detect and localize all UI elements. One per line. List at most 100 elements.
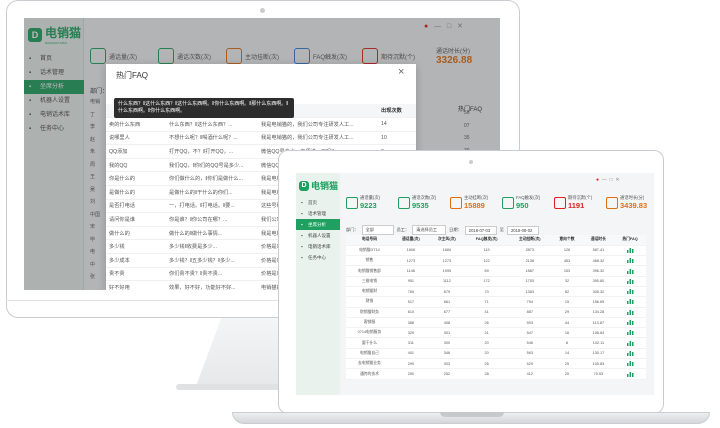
table-cell: 26 xyxy=(464,317,509,329)
faq-chart-icon[interactable] xyxy=(614,245,646,257)
table-row[interactable]: 卖的什么东西 什么东西？‖这什么东西？... 我是电销猫的，我们公司专注研发人工..… xyxy=(106,117,416,132)
table-cell: 661 xyxy=(428,296,465,308)
table-cell: 去电销猫业务 xyxy=(346,358,393,370)
table-row[interactable]: 财销猫财务 610 677 41 887 29 134.28 xyxy=(346,307,646,318)
dept-select[interactable]: 全部 xyxy=(361,225,394,235)
table-cell: 是做什么的 xyxy=(106,185,166,200)
faq-chart-icon[interactable] xyxy=(614,327,646,339)
table-cell: 299 xyxy=(392,358,429,370)
table-row[interactable]: 0714电销服务 329 301 21 547 16 108.84 xyxy=(346,327,646,339)
sidebar-item-1[interactable]: ▪ 话术管理 xyxy=(296,208,340,219)
faq-chart-icon[interactable] xyxy=(614,317,646,329)
table-cell: 70.53 xyxy=(582,368,615,380)
table-cell: 1273 xyxy=(428,255,465,267)
table-cell: 517 xyxy=(392,296,429,308)
minimize-icon[interactable]: — xyxy=(602,177,607,183)
table-row[interactable]: 通传的技术 250 252 28 412 20 70.53 xyxy=(346,368,646,380)
table-cell: 要干什么 xyxy=(346,337,393,349)
table-row[interactable]: 电销猫财 760 879 70 1383 82 305.32 xyxy=(346,286,646,298)
bell-icon[interactable]: ● xyxy=(596,177,599,183)
stat-card: 通话时长(分) 3439.83 xyxy=(606,195,647,210)
table-cell: 1146 xyxy=(392,265,429,277)
table-cell: 593 xyxy=(508,317,552,329)
table-cell: 529 xyxy=(508,358,552,370)
staff-select[interactable]: 请选择员工 xyxy=(412,225,447,235)
table-row[interactable]: 电销猫DT14 1606 1684 119 2873 126 587.41 xyxy=(346,245,646,257)
side-header: 热门FAQ xyxy=(458,107,483,113)
faq-chart-icon[interactable] xyxy=(614,296,646,308)
faq-chart-icon[interactable] xyxy=(614,337,646,349)
brand-logo-2: D 电销猫 xyxy=(299,179,338,192)
table-row[interactable]: 说哪里人 不想什么呢？‖喝酒什么呢？... 我是电销猫的，我们公司专注研发人工...… xyxy=(106,131,416,146)
table-cell: 贵不贵 xyxy=(106,267,166,282)
table-cell: 32 xyxy=(551,276,583,287)
table-row[interactable]: 客销服 388 408 26 593 44 113.87 xyxy=(346,317,646,329)
date-to-input[interactable]: 2018-08-02 xyxy=(506,225,539,235)
faq-icon xyxy=(502,196,514,209)
table-row[interactable]: 电销猫销售部 1146 1995 69 1887 153 396.32 xyxy=(346,265,646,277)
table-cell: 300 xyxy=(428,337,465,349)
table-cell: 多少成本 xyxy=(106,253,166,268)
table-cell: 130.17 xyxy=(582,348,615,360)
table-row[interactable]: 财销 517 661 71 794 15 156.65 xyxy=(346,296,646,308)
table-cell: 1995 xyxy=(428,265,465,277)
table-cell: 2138 xyxy=(508,255,552,267)
sidebar-item-3[interactable]: ▪ 机器人设置 xyxy=(296,230,340,241)
network-icon xyxy=(398,196,410,209)
table-row[interactable]: 三维电销 951 1112 172 1753 32 395.80 xyxy=(346,276,646,287)
table-cell: 做什么的 xyxy=(106,226,166,241)
logo-icon: D xyxy=(299,180,309,191)
table-row[interactable]: 电销猫自己 401 346 20 563 14 130.17 xyxy=(346,348,646,360)
modal-close-button[interactable]: × xyxy=(398,66,404,78)
close-icon[interactable]: ✕ xyxy=(615,177,619,183)
faq-chart-icon[interactable] xyxy=(614,358,646,370)
table-cell: 172 xyxy=(464,276,509,287)
sidebar-item-0[interactable]: ▪ 首页 xyxy=(296,197,340,208)
table-cell: 说哪里人 xyxy=(106,131,166,146)
table-cell: 412 xyxy=(508,368,552,380)
sidebar-item-2[interactable]: ▪ 坐席分析 xyxy=(296,219,340,230)
header-cell: 主动挂断(次) xyxy=(508,235,552,246)
table-cell: 1606 xyxy=(392,245,429,257)
table-cell: 395.80 xyxy=(582,276,615,287)
sidebar-item-5[interactable]: ▪ 任务中心 xyxy=(296,252,340,263)
sidebar-item-4[interactable]: ▪ 电销话术库 xyxy=(296,241,340,252)
table-cell: 电销猫财 xyxy=(346,286,393,298)
header-cell: 通话量(次) xyxy=(392,235,429,246)
table-row[interactable]: 销售 1273 1273 122 2138 453 468.32 xyxy=(346,255,646,267)
faq-chart-icon[interactable] xyxy=(614,255,646,267)
header-cell: 电话号码 xyxy=(346,235,393,246)
table-header: 电话号码 通话量(次) 次主叫(次) FAQ触发(次) 主动挂断(次) 意向个数 通话时长热… xyxy=(346,235,646,246)
faq-chart-icon[interactable] xyxy=(614,286,646,298)
table-cell: 1383 xyxy=(508,286,552,298)
header-cell: 意向个数 xyxy=(551,235,583,246)
maximize-icon[interactable]: □ xyxy=(610,177,613,183)
sidebar-item-label: 机器人设置 xyxy=(308,233,331,238)
table-cell: 0714电销服务 xyxy=(346,327,393,339)
table-cell: 468.32 xyxy=(582,255,615,267)
faq-chart-icon[interactable] xyxy=(614,368,646,380)
stat-card: FAQ触发(次) 950 xyxy=(502,195,540,210)
task-icon: ▪ xyxy=(301,255,303,260)
table-cell: 71 xyxy=(464,296,509,308)
stat-card: 主动挂断(次) 15889 xyxy=(450,195,488,210)
table-cell: 多少钱‖收费是多少... xyxy=(166,239,258,255)
table-row[interactable]: 要干什么 311 300 20 546 8 102.11 xyxy=(346,337,646,349)
table-cell: 15 xyxy=(551,296,583,308)
date-from-input[interactable]: 2018-07-03 xyxy=(464,225,497,235)
faq-chart-icon[interactable] xyxy=(614,348,646,360)
stat-card: 期待沉默(个) 1191 xyxy=(554,195,592,210)
table-cell: 303 xyxy=(428,358,465,370)
table-cell: 20 xyxy=(464,348,509,360)
table-cell: 打开QQ，不？‖打开QQ，... xyxy=(166,144,258,159)
table-cell: 311 xyxy=(392,337,429,349)
table-cell: 20 xyxy=(551,368,583,380)
faq-chart-icon[interactable] xyxy=(614,265,646,277)
faq-chart-icon[interactable] xyxy=(614,276,646,287)
table-cell: 29 xyxy=(551,307,583,318)
robot-icon: ▪ xyxy=(301,233,303,238)
faq-chart-icon[interactable] xyxy=(614,307,646,318)
table-cell: 547 xyxy=(508,327,552,339)
table-cell: 电销猫销售部 xyxy=(346,265,393,277)
table-row[interactable]: 去电销猫业务 299 303 26 529 25 105.83 xyxy=(346,358,646,370)
